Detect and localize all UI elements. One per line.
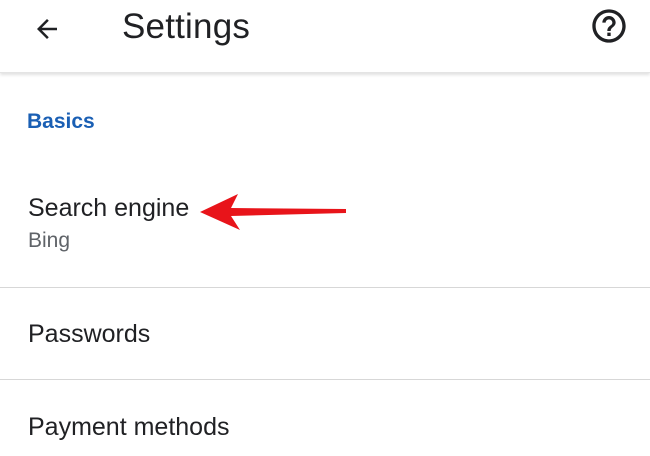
top-app-bar: Settings — [0, 0, 650, 73]
payment-methods-label: Payment methods — [28, 413, 230, 441]
back-button[interactable] — [24, 6, 70, 52]
help-circle-icon — [592, 9, 626, 43]
red-arrow-icon — [200, 194, 346, 230]
section-header-basics: Basics — [27, 110, 95, 133]
divider — [0, 379, 650, 380]
arrow-left-icon — [37, 19, 57, 39]
help-button[interactable] — [587, 4, 631, 48]
page-title: Settings — [122, 7, 251, 46]
divider — [0, 287, 650, 288]
passwords-label: Passwords — [28, 320, 151, 348]
passwords-setting[interactable]: Passwords — [0, 316, 650, 356]
payment-methods-setting[interactable]: Payment methods — [0, 409, 650, 449]
